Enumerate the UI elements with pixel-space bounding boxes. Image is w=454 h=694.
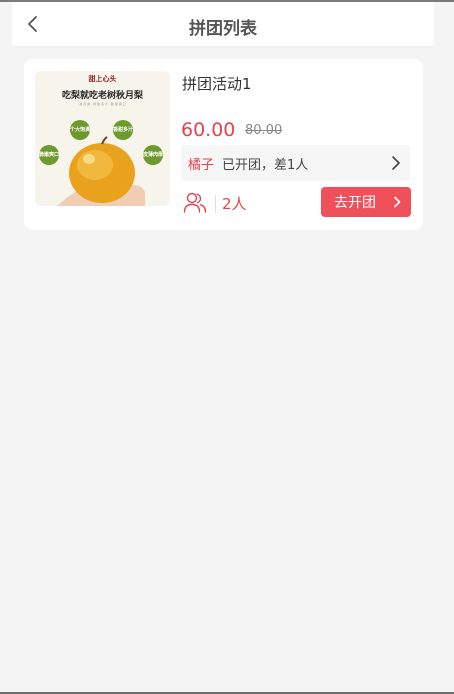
group-price: 60.00 (181, 119, 236, 141)
chevron-right-icon (394, 196, 401, 208)
feature-badge: 脆嫩爽口 (39, 145, 59, 165)
activity-title: 拼团活动1 (182, 75, 252, 93)
start-group-button[interactable]: 去开团 (321, 187, 411, 217)
chevron-right-icon (392, 156, 400, 170)
start-group-label: 去开团 (334, 195, 376, 211)
page-title: 拼团列表 (189, 19, 257, 39)
feature-badge: 皮薄肉厚 (143, 145, 163, 165)
people-icon (183, 192, 207, 213)
group-status: 已开团，差1人 (222, 158, 309, 173)
group-activity-card[interactable]: 甜上心头 吃梨就吃老树秋月梨 秋 月 梨 · 香 甜 多 汁 · 脆 嫩 爽 口… (24, 59, 423, 230)
brand-text: 甜上心头 (88, 75, 117, 83)
product-image[interactable]: 甜上心头 吃梨就吃老树秋月梨 秋 月 梨 · 香 甜 多 汁 · 脆 嫩 爽 口… (35, 71, 170, 206)
divider (215, 195, 216, 213)
subline-text: 秋 月 梨 · 香 甜 多 汁 · 脆 嫩 爽 口 (79, 102, 126, 106)
feature-badge: 个大饱满 (70, 120, 90, 140)
headline-text: 吃梨就吃老树秋月梨 (61, 91, 143, 101)
navigation-bar: 拼团列表 (12, 2, 434, 47)
group-size: 2人 (222, 195, 247, 213)
original-price: 80.00 (245, 123, 283, 138)
group-leader-name: 橘子 (188, 158, 215, 173)
feature-badge: 香甜多汁 (113, 120, 133, 140)
open-group-entry[interactable]: 橘子 已开团，差1人 (181, 145, 410, 181)
